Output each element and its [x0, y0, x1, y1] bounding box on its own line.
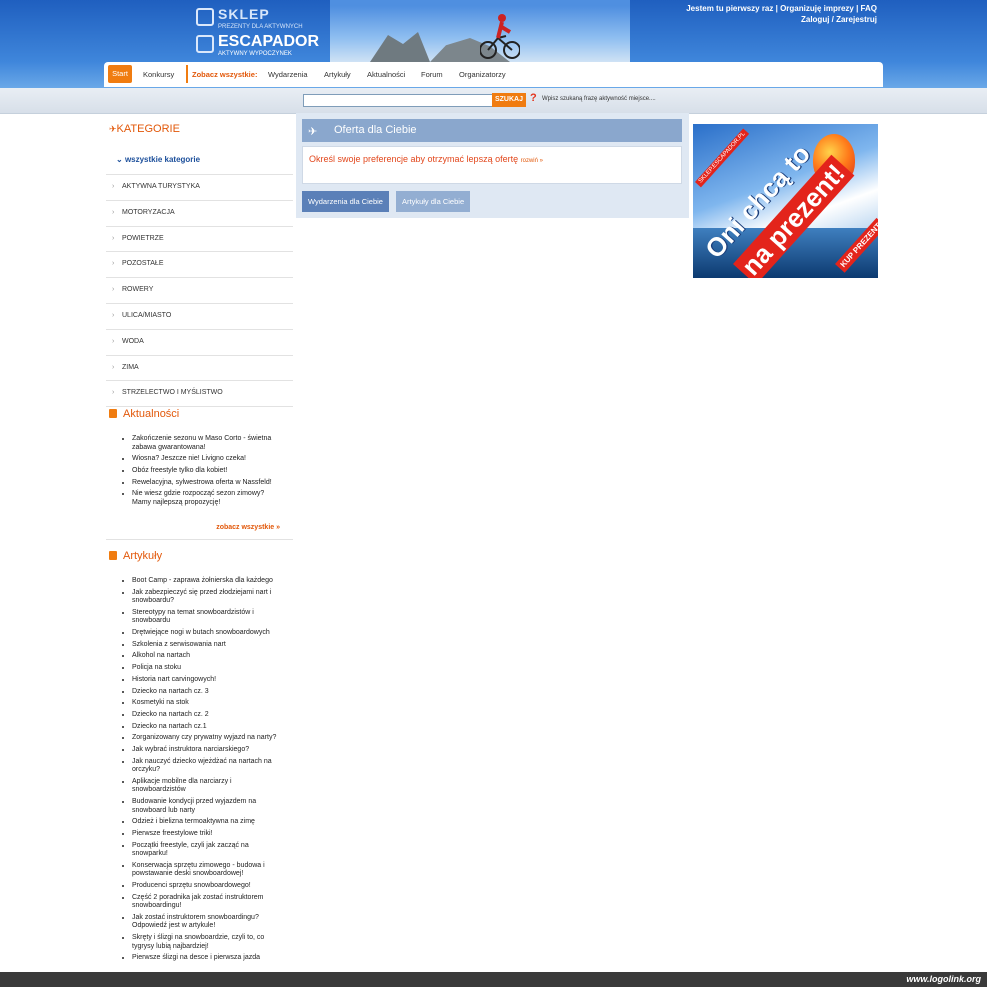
watermark-band: www.logolink.org: [0, 972, 987, 987]
news-title: Aktualności: [123, 408, 180, 420]
cyclist-icon: [479, 12, 521, 59]
top-links-line1[interactable]: Jestem tu pierwszy raz | Organizuję impr…: [686, 3, 877, 14]
shop-logo-title: SKLEP: [218, 6, 270, 22]
nav-organizatorzy[interactable]: Organizatorzy: [459, 70, 506, 79]
category-item[interactable]: STRZELECTWO I MYŚLISTWO: [106, 380, 293, 408]
article-item[interactable]: Kosmetyki na stok: [132, 699, 282, 708]
tab-articles-for-you[interactable]: Artykuły dla Ciebie: [396, 191, 471, 212]
category-item[interactable]: AKTYWNA TURYSTYKA: [106, 174, 293, 200]
mountain-rock: [370, 32, 430, 62]
article-item[interactable]: Dziecko na nartach cz. 2: [132, 711, 282, 720]
article-item[interactable]: Pierwsze freestylowe triki!: [132, 830, 282, 839]
all-categories-label: wszystkie kategorie: [124, 155, 201, 164]
offer-preferences-text[interactable]: Określ swoje preferencje aby otrzymać le…: [309, 154, 518, 164]
all-categories-link[interactable]: ⌄ wszystkie kategorie: [116, 155, 200, 164]
top-links-line2[interactable]: Zaloguj / Zarejestruj: [686, 14, 877, 25]
rss-icon: [109, 551, 117, 560]
categories-heading: ✈KATEGORIE: [109, 123, 180, 135]
article-item[interactable]: Zorganizowany czy prywatny wyjazd na nar…: [132, 734, 282, 743]
shop-logo[interactable]: SKLEP PREZENTY DLA AKTYWNYCH: [196, 6, 303, 30]
news-heading: Aktualności: [109, 408, 179, 420]
article-item[interactable]: Dziecko na nartach cz.1: [132, 723, 282, 732]
article-item[interactable]: Pierwsze ślizgi na desce i pierwsza jazd…: [132, 954, 282, 963]
article-item[interactable]: Część 2 poradnika jak zostać instruktore…: [132, 894, 282, 911]
escapador-logo-title: ESCAPADOR: [218, 33, 320, 50]
category-item[interactable]: MOTORYZACJA: [106, 199, 293, 226]
nav-konkursy[interactable]: Konkursy: [143, 70, 174, 79]
banner-shop-label: SKLEP.ESCAPADOR.PL: [695, 128, 750, 188]
offer-title: Oferta dla Ciebie: [334, 124, 417, 136]
tab-events-for-you[interactable]: Wydarzenia dla Ciebie: [302, 191, 389, 212]
nav-artykuly[interactable]: Artykuły: [324, 70, 351, 79]
articles-title: Artykuły: [123, 550, 163, 562]
nav-wydarzenia[interactable]: Wydarzenia: [268, 70, 308, 79]
nav-separator: [186, 65, 188, 83]
article-item[interactable]: Policja na stoku: [132, 664, 282, 673]
article-item[interactable]: Dziecko na nartach cz. 3: [132, 688, 282, 697]
gift-banner[interactable]: SKLEP.ESCAPADOR.PL Oni chcą to na prezen…: [693, 124, 878, 278]
offer-text: Określ swoje preferencje aby otrzymać le…: [309, 154, 543, 164]
category-item[interactable]: ROWERY: [106, 277, 293, 303]
category-item[interactable]: WODA: [106, 328, 293, 355]
article-item[interactable]: Skręty i ślizgi na snowboardzie, czyli t…: [132, 934, 282, 951]
article-item[interactable]: Jak wybrać instruktora narciarskiego?: [132, 746, 282, 755]
search-input[interactable]: [303, 94, 493, 107]
article-item[interactable]: Alkohol na nartach: [132, 652, 282, 661]
help-icon[interactable]: ?: [530, 92, 537, 104]
article-item[interactable]: Aplikacje mobilne dla narciarzy i snowbo…: [132, 778, 282, 795]
search-bar: SZUKAJ ? Wpisz szukaną frazę aktywność m…: [0, 88, 987, 114]
article-item[interactable]: Stereotypy na temat snowboardzistów i sn…: [132, 609, 282, 626]
article-item[interactable]: Jak zostać instruktorem snowboardingu? O…: [132, 914, 282, 931]
article-item[interactable]: Odzież i bielizna termoaktywna na zimę: [132, 818, 282, 827]
article-item[interactable]: Konserwacja sprzętu zimowego - budowa i …: [132, 862, 282, 879]
article-item[interactable]: Jak nauczyć dziecko wjeżdżać na nartach …: [132, 758, 282, 775]
offer-expand-link[interactable]: rozwiń »: [521, 158, 543, 164]
nav-see-all-label: Zobacz wszystkie:: [192, 70, 258, 79]
article-item[interactable]: Historia nart carvingowych!: [132, 676, 282, 685]
category-item[interactable]: ULICA/MIASTO: [106, 302, 293, 329]
search-button[interactable]: SZUKAJ: [492, 93, 526, 107]
category-list: AKTYWNA TURYSTYKA MOTORYZACJA POWIETRZE …: [106, 174, 293, 408]
rss-icon: [109, 409, 117, 418]
nav-start[interactable]: Start: [108, 65, 132, 83]
news-item[interactable]: Zakończenie sezonu w Maso Corto - świetn…: [132, 435, 282, 452]
news-item[interactable]: Obóz freestyle tylko dla kobiet!: [132, 467, 282, 476]
article-item[interactable]: Początki freestyle, czyli jak zacząć na …: [132, 842, 282, 859]
tree-icon: ⌄: [116, 155, 125, 164]
watermark: www.logolink.org: [906, 974, 981, 984]
news-item[interactable]: Nie wiesz gdzie rozpocząć sezon zimowy? …: [132, 490, 282, 507]
article-item[interactable]: Boot Camp - zaprawa żołnierska dla każde…: [132, 577, 282, 586]
article-item[interactable]: Producenci sprzętu snowboardowego!: [132, 882, 282, 891]
offer-box: Określ swoje preferencje aby otrzymać le…: [302, 146, 682, 184]
offer-panel: ✈ Oferta dla Ciebie Określ swoje preferen…: [296, 113, 689, 218]
news-item[interactable]: Rewelacyjna, sylwestrowa oferta w Nassfe…: [132, 479, 282, 488]
main-nav: Start Konkursy Zobacz wszystkie: Wydarze…: [104, 62, 883, 87]
category-item[interactable]: POZOSTAŁE: [106, 251, 293, 277]
articles-heading: Artykuły: [109, 550, 162, 562]
articles-list: Boot Camp - zaprawa żołnierska dla każde…: [118, 577, 282, 966]
escapador-logo[interactable]: ESCAPADOR AKTYWNY WYPOCZYNEK: [196, 33, 319, 57]
escapador-logo-subtitle: AKTYWNY WYPOCZYNEK: [218, 50, 292, 57]
category-item[interactable]: POWIETRZE: [106, 225, 293, 252]
nav-aktualnosci[interactable]: Aktualności: [367, 70, 405, 79]
gift-icon: [196, 7, 214, 26]
article-item[interactable]: Drętwiejące nogi w butach snowboardowych: [132, 629, 282, 638]
article-item[interactable]: Jak zabezpieczyć się przed złodziejami n…: [132, 589, 282, 606]
article-item[interactable]: Budowanie kondycji przed wyjazdem na sno…: [132, 798, 282, 815]
skier-icon: [196, 34, 214, 53]
news-item[interactable]: Wiosna? Jeszcze nie! Livigno czeka!: [132, 455, 282, 464]
news-see-all-link[interactable]: zobacz wszystkie »: [216, 524, 280, 531]
categories-icon: ✈: [109, 124, 117, 134]
header-photo: [330, 0, 630, 62]
categories-title: KATEGORIE: [116, 123, 180, 135]
category-item[interactable]: ZIMA: [106, 354, 293, 381]
plane-bike-icon: ✈: [308, 126, 318, 138]
top-links: Jestem tu pierwszy raz | Organizuję impr…: [686, 3, 877, 25]
divider: [106, 539, 293, 540]
news-list: Zakończenie sezonu w Maso Corto - świetn…: [118, 435, 282, 510]
article-item[interactable]: Szkolenia z serwisowania nart: [132, 641, 282, 650]
offer-header: ✈ Oferta dla Ciebie: [302, 119, 682, 142]
nav-forum[interactable]: Forum: [421, 70, 443, 79]
search-hint: Wpisz szukaną frazę aktywność miejsce...…: [542, 96, 656, 102]
